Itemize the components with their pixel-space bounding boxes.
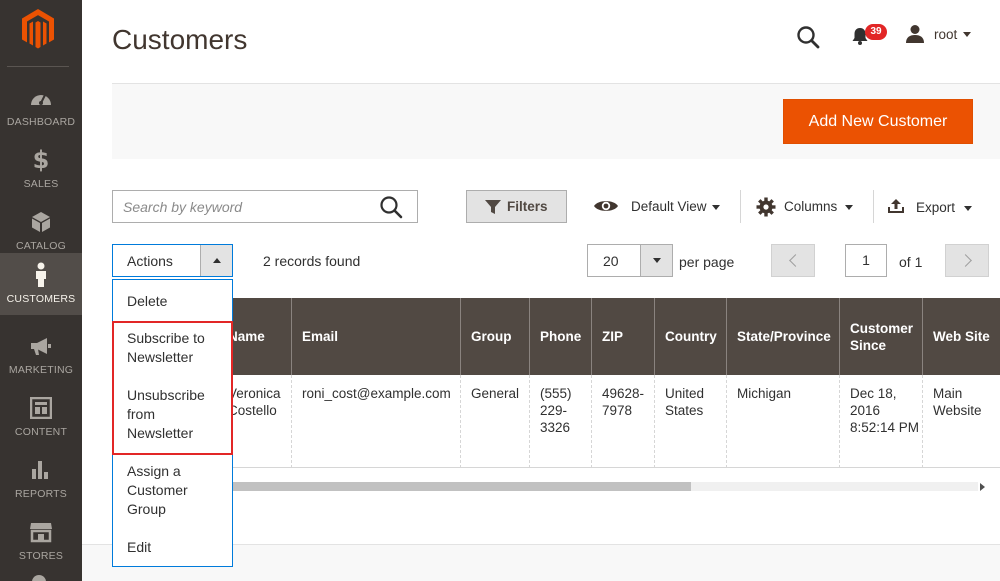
user-icon[interactable]	[905, 24, 925, 44]
storefront-icon	[0, 520, 82, 544]
column-header-zip[interactable]: ZIP	[591, 298, 654, 375]
column-header-country[interactable]: Country	[654, 298, 726, 375]
sidebar-item-reports[interactable]: Reports	[0, 448, 82, 510]
chevron-down-icon[interactable]	[963, 32, 971, 37]
sidebar-item-sales[interactable]: $ Sales	[0, 138, 82, 200]
columns-button[interactable]: Columns	[784, 199, 837, 214]
toolbar-divider	[740, 190, 741, 223]
toolbar-divider	[873, 190, 874, 223]
action-assign-customer-group[interactable]: Assign a Customer Group	[127, 462, 225, 519]
page-number-input[interactable]: 1	[845, 244, 887, 277]
horizontal-scrollbar[interactable]	[112, 478, 988, 494]
sidebar-item-content[interactable]: Content	[0, 386, 82, 448]
action-edit[interactable]: Edit	[127, 538, 227, 557]
notifications-badge[interactable]: 39	[865, 24, 887, 40]
chevron-up-icon	[213, 258, 221, 263]
action-unsubscribe-newsletter[interactable]: Unsubscribe from Newsletter	[127, 386, 225, 443]
megaphone-icon	[0, 334, 82, 358]
view-selector[interactable]: Default View	[631, 199, 707, 214]
sidebar-item-dashboard[interactable]: Dashboard	[0, 76, 82, 138]
per-page-toggle[interactable]	[640, 245, 672, 276]
sidebar-item-stores[interactable]: Stores	[0, 510, 82, 572]
eye-icon[interactable]	[593, 198, 619, 214]
column-header-email[interactable]: Email	[291, 298, 460, 375]
add-new-customer-button[interactable]: Add New Customer	[783, 99, 973, 144]
chevron-down-icon[interactable]	[964, 206, 972, 211]
person-icon	[0, 262, 82, 287]
chevron-down-icon[interactable]	[712, 205, 720, 210]
cell-phone: (555) 229-3326	[529, 375, 591, 468]
search-icon[interactable]	[796, 25, 820, 49]
gear-icon[interactable]	[756, 197, 776, 217]
table-row[interactable]: Veronica Costello roni_cost@example.com …	[112, 375, 1000, 468]
gear-icon[interactable]	[30, 572, 48, 581]
cell-group: General	[460, 375, 529, 468]
search-placeholder: Search by keyword	[123, 199, 243, 215]
cell-state: Michigan	[726, 375, 839, 468]
next-page-button[interactable]	[945, 244, 989, 277]
chevron-down-icon	[653, 258, 661, 263]
column-header-customer-since[interactable]: Customer Since	[839, 298, 922, 375]
dashboard-icon	[0, 86, 82, 110]
grid-header: Name Email Group Phone ZIP Country State…	[112, 298, 1000, 375]
sidebar-divider	[7, 66, 69, 67]
cell-country: United States	[654, 375, 726, 468]
funnel-icon	[485, 200, 501, 214]
page-total: of 1	[899, 254, 923, 270]
cell-email: roni_cost@example.com	[291, 375, 460, 468]
magento-logo-icon[interactable]	[20, 8, 56, 50]
user-name[interactable]: root	[934, 27, 957, 42]
previous-page-button[interactable]	[771, 244, 815, 277]
dollar-icon: $	[32, 146, 50, 174]
column-header-group[interactable]: Group	[460, 298, 529, 375]
scroll-right-icon[interactable]	[980, 483, 985, 491]
bar-chart-icon	[0, 458, 82, 482]
per-page-label: per page	[679, 254, 735, 270]
records-found: 2 records found	[263, 253, 361, 269]
action-delete[interactable]: Delete	[127, 292, 227, 311]
sidebar-item-customers[interactable]: Customers	[0, 253, 82, 315]
export-icon[interactable]	[887, 198, 905, 214]
sidebar-item-marketing[interactable]: Marketing	[0, 324, 82, 386]
column-header-state[interactable]: State/Province	[726, 298, 839, 375]
actions-dropdown-menu: Delete Subscribe to Newsletter Unsubscri…	[112, 279, 233, 567]
chevron-left-icon	[789, 254, 802, 267]
layout-icon	[0, 396, 82, 420]
column-header-phone[interactable]: Phone	[529, 298, 591, 375]
filters-button[interactable]: Filters	[466, 190, 567, 223]
customers-grid: Name Email Group Phone ZIP Country State…	[112, 298, 1000, 469]
per-page-select[interactable]: 20	[587, 244, 673, 277]
cube-icon	[0, 210, 82, 234]
page-title: Customers	[112, 24, 248, 55]
actions-toggle[interactable]	[200, 245, 232, 276]
search-icon[interactable]	[379, 195, 403, 219]
cell-customer-since: Dec 18, 2016 8:52:14 PM	[839, 375, 922, 468]
action-subscribe-newsletter[interactable]: Subscribe to Newsletter	[127, 329, 225, 367]
chevron-down-icon[interactable]	[845, 205, 853, 210]
column-header-website[interactable]: Web Site	[922, 298, 1000, 375]
admin-sidebar: Dashboard $ Sales Catalog Customers Mark…	[0, 0, 82, 581]
chevron-right-icon	[959, 254, 972, 267]
cell-zip: 49628-7978	[591, 375, 654, 468]
search-input[interactable]: Search by keyword	[112, 190, 418, 223]
actions-select[interactable]: Actions	[112, 244, 233, 277]
export-button[interactable]: Export	[916, 200, 955, 215]
cell-website: Main Website	[922, 375, 1000, 468]
